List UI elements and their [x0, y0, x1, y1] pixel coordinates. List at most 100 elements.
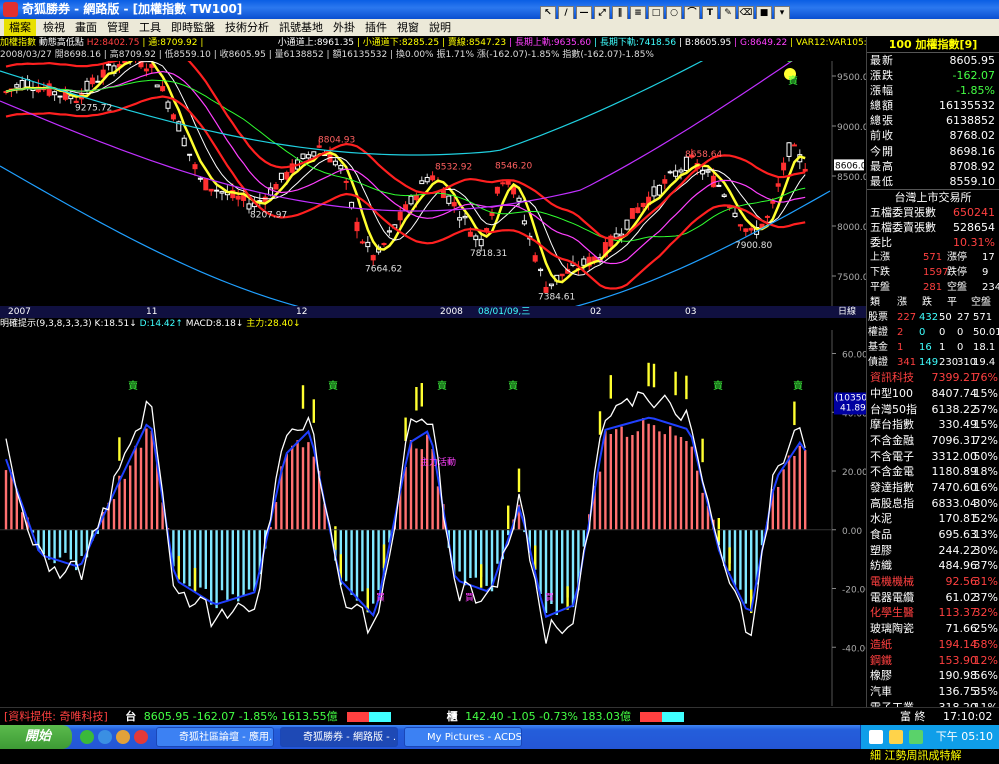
sector-row[interactable]: 造紙 194.14 58% — [867, 637, 999, 653]
candle-body — [538, 268, 544, 272]
menu-item-2[interactable]: 畫面 — [70, 19, 102, 36]
price-tick-label: 7500.0 — [837, 273, 866, 283]
menu-item-5[interactable]: 即時監盤 — [166, 19, 220, 36]
sector-row[interactable]: 台灣50指 6138.22 57% — [867, 402, 999, 418]
sector-value: 244.22 — [938, 543, 978, 557]
breadth-header-cell: 平 — [947, 297, 957, 309]
menu-item-11[interactable]: 說明 — [424, 19, 456, 36]
sell-mark: 賣 — [508, 379, 518, 392]
breadth-cell: 漲停 — [947, 252, 967, 264]
sector-name: 食品 — [870, 528, 892, 541]
order-key: 委比 — [870, 236, 892, 250]
sector-row[interactable]: 玻璃陶瓷 71.66 25% — [867, 621, 999, 637]
indicator-segment: D:14.42↑ — [136, 319, 183, 329]
task-acdsee[interactable]: My Pictures - ACDSee... — [404, 727, 522, 747]
sector-row[interactable]: 電器電纜 61.02 37% — [867, 590, 999, 606]
candle-body — [548, 283, 554, 287]
quicklaunch-icon-3[interactable] — [116, 730, 130, 744]
sector-row[interactable]: 水泥 170.81 52% — [867, 511, 999, 527]
tray-icon-1[interactable] — [869, 730, 883, 744]
arc-tool-button[interactable]: ⌒ — [684, 6, 700, 20]
breadth-type-cell: 341 — [897, 357, 917, 369]
candle-body — [532, 255, 538, 262]
candle-body — [467, 231, 473, 237]
candle-body — [737, 224, 743, 227]
task-app[interactable]: 奇狐勝券 - 網路版 - ... — [280, 727, 398, 747]
line-tool-button[interactable]: / — [558, 6, 574, 20]
window-titlebar[interactable]: 奇狐勝券 - 網路版 - [加權指數 TW100] ↖ / — ⤢ ∥ ≡ □ ○ ⌒ T ✎ ⌫ ■ ▾ — [0, 0, 999, 20]
sell-mark: 賣 — [437, 379, 447, 392]
sector-row[interactable]: 紡織 484.96 37% — [867, 558, 999, 574]
candle-body — [581, 258, 587, 266]
sector-name: 不含電子 — [870, 449, 914, 463]
candle-body — [165, 101, 171, 109]
menu-item-4[interactable]: 工具 — [134, 19, 166, 36]
channel-tool-button[interactable]: ∥ — [612, 6, 628, 20]
candle-body — [300, 153, 306, 160]
save-tool-button[interactable]: ▾ — [774, 6, 790, 20]
color-tool-button[interactable]: ■ — [756, 6, 772, 20]
info-segment: | 賣線:8547.23 — [441, 38, 509, 48]
sector-row[interactable]: 橡膠 190.98 56% — [867, 668, 999, 684]
menu-item-1[interactable]: 檢視 — [38, 19, 70, 36]
menu-item-3[interactable]: 管理 — [102, 19, 134, 36]
rect-tool-button[interactable]: □ — [648, 6, 664, 20]
fib-tool-button[interactable]: ≡ — [630, 6, 646, 20]
twse-quote: 8605.95 -162.07 -1.85% 1613.55億 — [143, 710, 338, 723]
sector-row[interactable]: 高股息指 6833.04 30% — [867, 496, 999, 512]
candle-body — [457, 217, 463, 221]
quote-panel-title[interactable]: 100 加權指數[9] — [867, 37, 999, 53]
main-price-chart[interactable]: 9500.0 9000.0 8500.0 8000.0 7500.0 8606.0 9275… — [0, 61, 866, 306]
sector-row[interactable]: 電機機械 92.56 31% — [867, 574, 999, 590]
sector-row[interactable]: 資訊科技 7399.21 76% — [867, 370, 999, 386]
sector-row[interactable]: 發達指數 7470.60 16% — [867, 480, 999, 496]
sector-row[interactable]: 不含金電 1180.89 18% — [867, 464, 999, 480]
menu-item-9[interactable]: 插件 — [360, 19, 392, 36]
sector-pct: 30% — [973, 543, 998, 557]
quicklaunch-icon-2[interactable] — [98, 730, 112, 744]
quicklaunch-icon-4[interactable] — [134, 730, 148, 744]
candle-body — [235, 195, 241, 200]
menu-item-10[interactable]: 視窗 — [392, 19, 424, 36]
tray-icon-2[interactable] — [889, 730, 903, 744]
sector-row[interactable]: 鋼鐵 153.90 12% — [867, 653, 999, 669]
tray-icon-3[interactable] — [909, 730, 923, 744]
text-tool-button[interactable]: T — [702, 6, 718, 20]
sector-row[interactable]: 摩台指數 330.49 15% — [867, 417, 999, 433]
candle-body — [494, 186, 500, 194]
hline-tool-button[interactable]: — — [576, 6, 592, 20]
breadth-cell: 上漲 — [870, 252, 890, 264]
menu-item-7[interactable]: 訊號基地 — [274, 19, 328, 36]
ray-tool-button[interactable]: ⤢ — [594, 6, 610, 20]
candle-body — [748, 227, 754, 231]
sector-row[interactable]: 塑膠 244.22 30% — [867, 543, 999, 559]
sell-mark: 賣 — [793, 379, 803, 392]
order-value: 528654 — [953, 220, 995, 234]
breadth-type-cell: 1 — [897, 342, 904, 354]
start-button[interactable]: 開始 — [0, 725, 72, 749]
pointer-tool-button[interactable]: ↖ — [540, 6, 556, 20]
quicklaunch-icon-1[interactable] — [80, 730, 94, 744]
sector-row[interactable]: 化學生醫 113.37 32% — [867, 605, 999, 621]
sector-name: 汽車 — [870, 684, 892, 698]
task-forum[interactable]: 奇狐社區論壇 - 應用... — [156, 727, 274, 747]
menu-item-8[interactable]: 外掛 — [328, 19, 360, 36]
erase-tool-button[interactable]: ⌫ — [738, 6, 754, 20]
menu-item-6[interactable]: 技術分析 — [220, 19, 274, 36]
menu-item-0[interactable]: 檔案 — [4, 19, 36, 36]
sector-row[interactable]: 中型100 8407.74 15% — [867, 386, 999, 402]
candle-body — [678, 169, 684, 173]
sector-row[interactable]: 不含金融 7096.31 72% — [867, 433, 999, 449]
quote-value: 8768.02 — [949, 129, 996, 143]
indicator-chart[interactable]: 60.0040.0020.000.00-20.00-40.00(10350)41… — [0, 330, 866, 706]
sector-row[interactable]: 食品 695.63 13% — [867, 527, 999, 543]
sector-value: 1180.89 — [931, 465, 978, 479]
circle-tool-button[interactable]: ○ — [666, 6, 682, 20]
timeframe-label[interactable]: 日線 — [838, 306, 856, 318]
candle-body — [95, 80, 101, 83]
sector-row[interactable]: 汽車 136.75 35% — [867, 684, 999, 700]
sector-value: 8407.74 — [931, 386, 978, 400]
sector-row[interactable]: 不含電子 3312.00 50% — [867, 449, 999, 465]
pen-tool-button[interactable]: ✎ — [720, 6, 736, 20]
panel-footer: 細 江勢周訊成特解 — [867, 746, 999, 763]
